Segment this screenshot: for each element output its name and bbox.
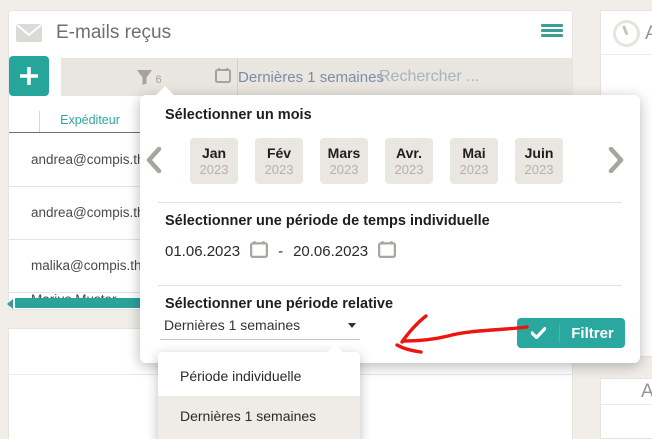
add-email-button[interactable] <box>9 56 49 96</box>
sender-email: andrea@compis.the <box>31 205 153 220</box>
column-header-sender[interactable]: Expéditeur <box>40 113 140 127</box>
sender-email: malika@compis.the <box>31 258 149 273</box>
period-section-title: Sélectionner une période de temps indivi… <box>165 213 490 229</box>
sender-email: andrea@compis.the <box>31 152 153 167</box>
app-screen: E-mails reçus 6 Dernières 1 semaines Rec… <box>0 0 652 439</box>
divider <box>601 54 652 55</box>
chevron-left-icon[interactable] <box>146 146 162 178</box>
month-section-title: Sélectionner un mois <box>165 107 312 123</box>
chevron-right-icon[interactable] <box>608 146 624 178</box>
caret-down-icon <box>348 323 356 332</box>
relative-period-select[interactable]: Dernières 1 semaines <box>160 313 360 340</box>
email-toolbar: 6 Dernières 1 semaines Rechercher ... <box>61 58 572 96</box>
divider <box>158 285 622 286</box>
month-button-fev[interactable]: Fév 2023 <box>255 138 303 184</box>
relative-period-dropdown: Période individuelle Dernières 1 semaine… <box>158 344 360 439</box>
checkmark-icon <box>517 324 560 342</box>
month-button-avr[interactable]: Avr. 2023 <box>385 138 433 184</box>
filter-button[interactable]: 6 <box>61 58 238 96</box>
filter-count-badge: 6 <box>155 74 162 86</box>
dropdown-option-periode-individuelle[interactable]: Période individuelle <box>158 356 360 397</box>
gauge-icon <box>613 20 640 52</box>
dropdown-notch <box>326 344 344 353</box>
date-range-separator: - <box>278 242 284 260</box>
month-button-mai[interactable]: Mai 2023 <box>450 138 498 184</box>
popup-notch <box>155 86 175 96</box>
calendar-icon[interactable] <box>250 240 269 262</box>
relative-section-title: Sélectionner une période relative <box>165 296 394 312</box>
right-panel-title: A <box>645 23 652 44</box>
envelope-icon <box>15 23 43 48</box>
hamburger-menu-icon[interactable] <box>541 24 563 41</box>
date-range-row: 01.06.2023 - 20.06.2023 <box>165 240 397 262</box>
calendar-icon[interactable] <box>378 240 397 262</box>
month-button-jan[interactable]: Jan 2023 <box>190 138 238 184</box>
month-button-juin[interactable]: Juin 2023 <box>515 138 563 184</box>
divider <box>158 202 622 203</box>
calendar-icon <box>215 67 232 87</box>
divider <box>601 404 652 405</box>
filter-apply-button[interactable]: Filtrer <box>517 318 625 348</box>
scroll-left-icon[interactable] <box>2 299 13 309</box>
date-from-input[interactable]: 01.06.2023 <box>165 243 240 260</box>
relative-period-value: Dernières 1 semaines <box>164 317 301 333</box>
month-button-mars[interactable]: Mars 2023 <box>320 138 368 184</box>
right-panel-second-title: A <box>641 381 652 402</box>
search-input[interactable]: Rechercher ... <box>361 58 572 96</box>
right-panel-second: A <box>600 378 652 439</box>
date-to-input[interactable]: 20.06.2023 <box>293 243 368 260</box>
funnel-icon <box>137 69 153 85</box>
filter-button-label: Filtrer <box>571 324 614 342</box>
dropdown-option-dernieres-1-semaines[interactable]: Dernières 1 semaines <box>158 396 360 439</box>
date-filter-button[interactable]: Dernières 1 semaines <box>215 58 384 96</box>
panel-title: E-mails reçus <box>56 22 172 43</box>
date-filter-popup: Sélectionner un mois Jan 2023 Fév 2023 Mar… <box>140 86 640 363</box>
